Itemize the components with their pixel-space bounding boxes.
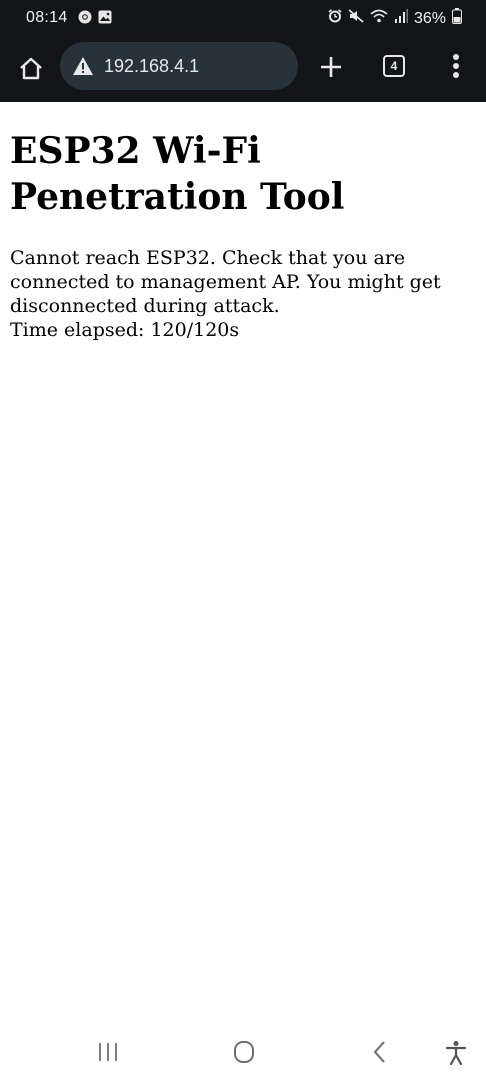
status-bar: 08:14 36%	[0, 0, 486, 36]
plus-icon	[321, 57, 341, 77]
alarm-icon	[328, 9, 342, 28]
home-nav-button[interactable]	[232, 1040, 256, 1064]
mute-icon	[348, 9, 364, 28]
back-button[interactable]	[370, 1040, 390, 1064]
browser-toolbar: 192.168.4.1 4	[0, 36, 486, 102]
time-elapsed: Time elapsed: 120/120s	[10, 319, 240, 341]
status-left-icons	[78, 10, 112, 29]
recents-button[interactable]	[96, 1042, 120, 1062]
signal-icon	[394, 9, 408, 28]
page-content: ESP32 Wi-Fi Penetration Tool Cannot reac…	[10, 102, 476, 342]
accessibility-button[interactable]	[444, 1040, 468, 1066]
warning-icon[interactable]	[72, 55, 94, 77]
chrome-icon	[78, 10, 92, 29]
battery-percent: 36%	[413, 9, 446, 27]
tab-switcher-button[interactable]: 4	[383, 55, 405, 77]
gallery-icon	[98, 10, 112, 29]
error-message: Cannot reach ESP32. Check that you are c…	[10, 247, 441, 317]
address-bar[interactable]: 192.168.4.1	[60, 42, 298, 90]
url-text[interactable]: 192.168.4.1	[104, 56, 199, 77]
home-circle-icon	[234, 1041, 254, 1063]
status-time: 08:14	[26, 9, 68, 26]
more-vert-icon	[453, 54, 459, 78]
back-icon	[373, 1041, 385, 1063]
home-button[interactable]	[16, 54, 46, 84]
new-tab-button[interactable]	[316, 52, 346, 82]
battery-icon	[452, 8, 462, 29]
accessibility-icon	[445, 1041, 467, 1066]
status-message: Cannot reach ESP32. Check that you are c…	[10, 246, 476, 342]
recents-icon	[99, 1043, 117, 1061]
wifi-icon	[370, 9, 388, 28]
home-icon	[20, 57, 42, 80]
status-right-icons: 36%	[328, 8, 462, 29]
system-nav-bar	[0, 1024, 486, 1080]
page-title: ESP32 Wi-Fi Penetration Tool	[10, 130, 345, 218]
more-menu-button[interactable]	[443, 52, 469, 82]
